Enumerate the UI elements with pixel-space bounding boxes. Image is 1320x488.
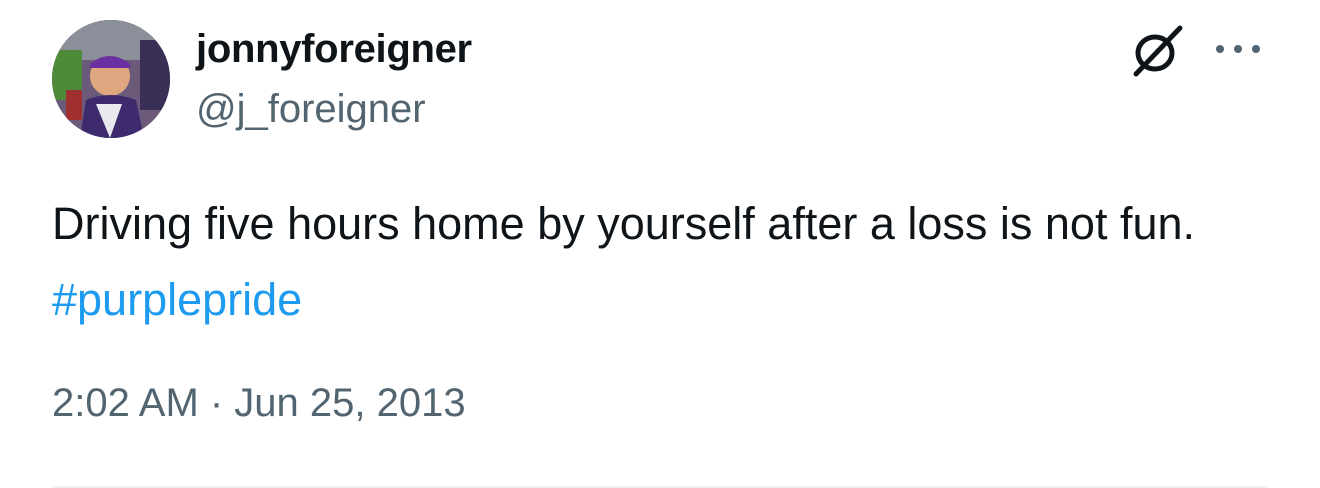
avatar[interactable] [52, 20, 170, 138]
author-display-name[interactable]: jonnyforeigner [196, 26, 472, 72]
tweet-body-text: Driving five hours home by yourself afte… [52, 198, 1196, 249]
tweet-timestamp[interactable]: 2:02 AM · Jun 25, 2013 [52, 380, 466, 426]
more-options-icon[interactable] [1210, 34, 1266, 64]
slashed-circle-logo-icon[interactable] [1128, 24, 1186, 78]
hashtag-link[interactable]: #purplepride [52, 274, 302, 325]
avatar-photo-icon [52, 20, 170, 138]
author-handle[interactable]: @j_foreigner [196, 86, 426, 132]
tweet-text: Driving five hours home by yourself afte… [52, 186, 1252, 338]
